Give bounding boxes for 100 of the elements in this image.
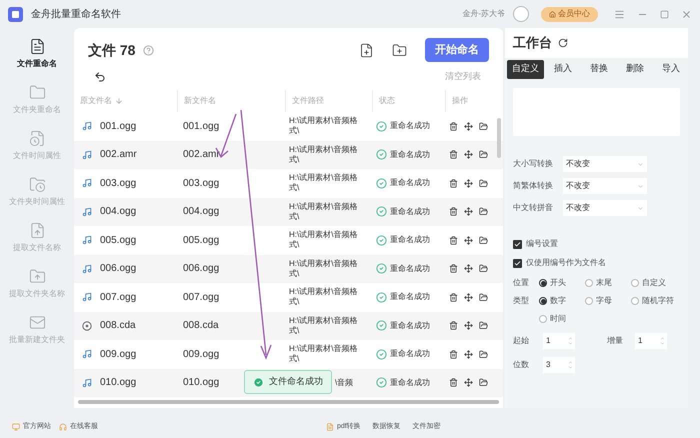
file-clock-icon [28, 130, 46, 147]
checkbox[interactable] [513, 258, 522, 268]
delete-icon[interactable] [449, 321, 458, 330]
radio-option[interactable]: 末尾 [585, 277, 631, 289]
radio-group-label: 位置 [513, 277, 530, 289]
delete-icon[interactable] [449, 122, 458, 131]
move-icon[interactable] [464, 178, 473, 188]
delete-icon[interactable] [449, 150, 458, 160]
delete-icon[interactable] [449, 207, 458, 216]
undo-icon[interactable] [94, 71, 106, 83]
open-folder-icon[interactable] [479, 178, 488, 188]
success-check-icon [376, 320, 387, 332]
move-icon[interactable] [464, 292, 473, 302]
move-icon[interactable] [464, 150, 473, 160]
table-cell-text: H:\试用素材\音频格式\ [289, 144, 358, 165]
move-icon[interactable] [464, 207, 473, 216]
add-folder-icon[interactable] [392, 42, 407, 58]
table-cell-text: 009.ogg [100, 348, 136, 362]
table-cell: 009.ogg [183, 348, 220, 360]
radio-option[interactable]: 自定义 [631, 277, 691, 289]
dropdown-label: 简繁体转换 [513, 180, 554, 192]
panel-title: 文件 78 [88, 40, 136, 60]
window-title: 金舟批量重命名软件 [31, 8, 121, 22]
radio-option[interactable]: 随机字符 [631, 295, 691, 307]
status-text: 重命名成功 [390, 262, 430, 275]
delete-icon[interactable] [449, 264, 458, 274]
start-button[interactable]: 开始命名 [425, 38, 489, 62]
tab[interactable]: 插入 [546, 60, 580, 78]
sidebar-item[interactable]: 文件重命名 [1, 38, 73, 70]
radio-option[interactable]: 数字 [539, 295, 585, 307]
dropdown[interactable]: 不改变 [563, 156, 647, 172]
tab[interactable]: 删除 [618, 60, 652, 78]
refresh-icon[interactable] [558, 38, 568, 48]
chevron-icon [637, 160, 644, 168]
checkbox[interactable] [513, 240, 522, 248]
success-toast: 文件命名成功 [244, 370, 332, 394]
move-icon[interactable] [464, 264, 473, 274]
table-cell-text: 003.ogg [100, 176, 136, 191]
audio-file-icon [82, 378, 92, 388]
open-folder-icon[interactable] [479, 207, 488, 216]
open-folder-icon[interactable] [479, 264, 488, 274]
move-icon[interactable] [464, 321, 473, 330]
open-folder-icon[interactable] [479, 378, 488, 388]
table-row[interactable]: 008.cda 008.cda H:\试用素材\音频格式\ 重命名成功 [74, 312, 503, 340]
open-folder-icon[interactable] [479, 350, 488, 359]
table-cell-text: H:\试用素材\音频格式\ [289, 116, 358, 136]
audio-file-icon [82, 235, 92, 246]
move-icon[interactable] [464, 236, 473, 245]
radio-option[interactable]: 字母 [585, 295, 631, 307]
table-cell: 010.ogg [183, 377, 220, 388]
spinner-label: 位数 [513, 359, 530, 371]
delete-icon[interactable] [449, 378, 458, 388]
success-check-icon [376, 120, 387, 132]
delete-icon[interactable] [449, 178, 458, 188]
status-text: 重命名成功 [390, 177, 430, 190]
folder-clock-icon [28, 176, 46, 193]
horizontal-scrollbar[interactable] [78, 400, 499, 404]
open-folder-icon[interactable] [479, 122, 488, 131]
table-cell-text: H:\试用素材\音频格式\ [289, 287, 358, 308]
dropdown[interactable]: 不改变 [563, 200, 647, 216]
number-field[interactable]: 3 [543, 357, 575, 373]
table-cell-text: 001.ogg [100, 120, 136, 134]
vip-button[interactable]: 会员中心 [541, 6, 598, 22]
delete-icon[interactable] [449, 292, 458, 302]
vertical-scrollbar[interactable] [497, 118, 501, 158]
table-row[interactable]: 006.ogg 006.ogg H:\试用素材\音频格式\ 重命名成功 [74, 254, 503, 283]
move-icon[interactable] [464, 378, 473, 388]
number-field[interactable]: 1 [543, 333, 575, 349]
open-folder-icon[interactable] [479, 321, 488, 330]
radio-option[interactable]: 时间 [539, 313, 585, 325]
table-cell: 008.cda [183, 320, 219, 332]
table-cell: 003.ogg [183, 178, 220, 189]
success-check-icon [376, 178, 387, 189]
table-cell-text: H:\试用素材\音频格式\ [289, 173, 358, 194]
status-text: 重命名成功 [390, 206, 430, 218]
number-field[interactable]: 1 [635, 333, 667, 349]
move-icon[interactable] [464, 122, 473, 131]
table-row[interactable]: 002.amr 002.amr H:\试用素材\音频格式\ 重命名成功 [74, 140, 503, 169]
move-icon[interactable] [464, 350, 473, 359]
status-text: 重命名成功 [390, 148, 430, 161]
success-icon [253, 376, 264, 388]
delete-icon[interactable] [449, 350, 458, 359]
table-cell: 004.ogg [183, 206, 220, 218]
table-cell: 007.ogg [183, 292, 220, 303]
open-folder-icon[interactable] [479, 292, 488, 302]
delete-icon[interactable] [449, 236, 458, 245]
document-icon [326, 423, 334, 431]
open-folder-icon[interactable] [479, 236, 488, 245]
add-file-icon[interactable] [359, 42, 374, 58]
audio-file-icon [82, 349, 92, 360]
tab[interactable]: 自定义 [507, 60, 544, 78]
dropdown[interactable]: 不改变 [563, 178, 647, 194]
status-text: 重命名成功 [390, 234, 430, 246]
open-folder-icon[interactable] [479, 150, 488, 160]
tab[interactable]: 替换 [582, 60, 616, 78]
tab[interactable]: 导入 [654, 60, 688, 78]
radio-option[interactable]: 开头 [539, 277, 585, 289]
audio-file-icon [82, 150, 92, 160]
table-row[interactable]: 004.ogg 004.ogg H:\试用素材\音频格式\ 重命名成功 [74, 198, 503, 226]
table-cell-text: H:\试用素材\音频格式\ [289, 344, 358, 364]
